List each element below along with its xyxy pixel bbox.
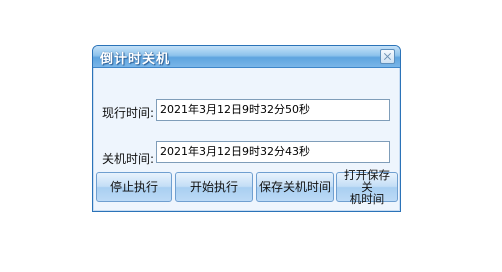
open-saved-time-button[interactable]: 打开保存关 机时间 [336,168,398,206]
title-bar[interactable]: 倒计时关机 [93,46,400,68]
current-time-field[interactable]: 2021年3月12日9时32分50秒 [156,99,390,121]
start-button[interactable]: 开始执行 [175,172,253,202]
stop-button[interactable]: 停止执行 [96,172,172,202]
dialog-title: 倒计时关机 [100,52,171,67]
open-saved-time-label-line1: 打开保存关 [344,168,390,194]
save-time-button[interactable]: 保存关机时间 [256,172,334,202]
countdown-shutdown-dialog: 倒计时关机 现行时间: 2021年3月12日9时32分50秒 关机时间: 202… [92,45,401,212]
close-icon[interactable] [380,49,395,64]
open-saved-time-label-line2: 机时间 [349,192,385,206]
shutdown-time-field[interactable]: 2021年3月12日9时32分43秒 [156,141,390,163]
shutdown-time-label: 关机时间: [102,152,155,166]
current-time-label: 现行时间: [102,106,155,120]
